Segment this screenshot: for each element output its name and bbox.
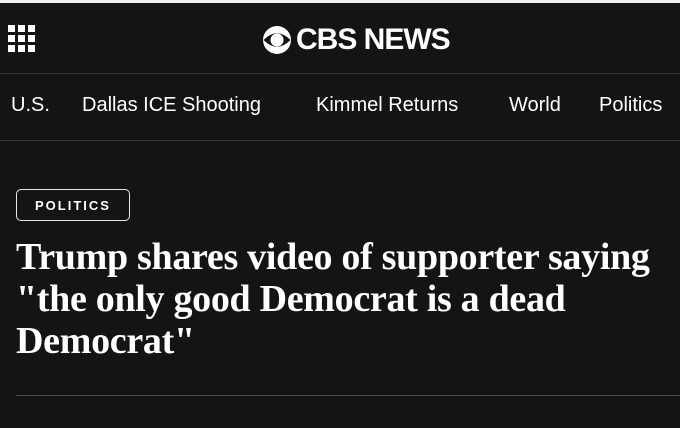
headline-divider [16, 395, 680, 396]
category-badge[interactable]: POLITICS [16, 189, 130, 221]
grid-menu-icon[interactable] [8, 25, 40, 57]
nav-item-world[interactable]: World [509, 94, 561, 117]
site-header: CBS NEWS [0, 3, 680, 73]
article-headline: Trump shares video of supporter saying "… [16, 236, 650, 362]
nav-item-kimmel-returns[interactable]: Kimmel Returns [316, 94, 458, 117]
site-logo[interactable]: CBS NEWS [262, 23, 451, 57]
logo-text: CBS NEWS [296, 23, 451, 56]
cbs-eye-icon [263, 26, 291, 54]
page: CBS NEWS U.S. Dallas ICE Shooting Kimmel… [0, 0, 680, 428]
section-nav: U.S. Dallas ICE Shooting Kimmel Returns … [0, 74, 680, 140]
nav-item-dallas-ice-shooting[interactable]: Dallas ICE Shooting [82, 94, 261, 117]
nav-divider [0, 140, 680, 141]
nav-item-us[interactable]: U.S. [11, 94, 50, 117]
nav-item-politics[interactable]: Politics [599, 94, 662, 117]
